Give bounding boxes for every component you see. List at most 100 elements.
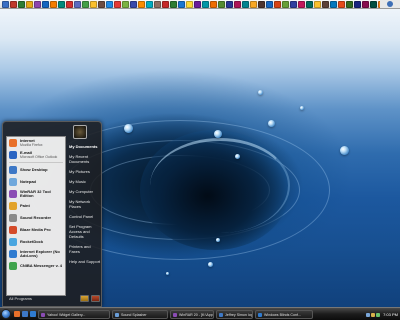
volume-icon[interactable] <box>371 312 376 317</box>
recent-program-label: Sound Recorder <box>20 215 52 220</box>
quick-launch-app-icon[interactable] <box>186 0 193 8</box>
quick-launch-app-icon[interactable] <box>370 0 377 8</box>
recent-program-item[interactable]: CNIBA Messenger v. 4 <box>7 260 65 272</box>
paint-icon <box>9 202 17 210</box>
quick-launch-app-icon[interactable] <box>250 0 257 8</box>
quick-launch-app-icon[interactable] <box>266 0 273 8</box>
firefox-icon[interactable] <box>14 311 20 317</box>
quick-launch-app-icon[interactable] <box>26 0 33 8</box>
taskbar-window-button[interactable]: Jeffrey Simon logo... <box>216 310 253 319</box>
places-item[interactable]: Printers and Faxes <box>67 244 101 254</box>
quick-launch-app-icon[interactable] <box>162 0 169 8</box>
quick-launch-app-icon[interactable] <box>218 0 225 8</box>
quick-launch-app-icon[interactable] <box>154 0 161 8</box>
quick-launch-app-icon[interactable] <box>58 0 65 8</box>
system-tray: 7:03 PM <box>366 309 400 320</box>
quick-launch-app-icon[interactable] <box>306 0 313 8</box>
recent-program-label: Blaze Media Pro <box>20 227 51 232</box>
places-item[interactable]: Set Program Access and Defaults <box>67 224 101 239</box>
quick-launch-app-icon[interactable] <box>90 0 97 8</box>
taskbar-window-button[interactable]: Sound Splasher <box>112 310 168 319</box>
user-picture[interactable] <box>73 125 87 139</box>
show-desktop-icon[interactable] <box>22 311 28 317</box>
quick-launch-app-icon[interactable] <box>258 0 265 8</box>
quick-launch-app-icon[interactable] <box>226 0 233 8</box>
places-item[interactable]: My Recent Documents <box>67 154 101 164</box>
firefox-icon <box>9 139 17 147</box>
turn-off-icon[interactable] <box>91 295 100 302</box>
quick-launch-app-icon[interactable] <box>346 0 353 8</box>
quick-launch-app-icon[interactable] <box>66 0 73 8</box>
quick-launch-app-icon[interactable] <box>106 0 113 8</box>
places-item[interactable]: Help and Support <box>67 259 101 264</box>
places-item[interactable]: My Documents <box>67 144 101 149</box>
quick-launch-app-icon[interactable] <box>362 0 369 8</box>
recent-program-item[interactable]: WinRAR 32 Tool Edition <box>7 188 65 200</box>
quick-launch-app-icon[interactable] <box>74 0 81 8</box>
recent-program-item[interactable]: Internet Explorer (No Add-ons) <box>7 248 65 260</box>
quick-launch-app-icon[interactable] <box>42 0 49 8</box>
quick-launch-app-icon[interactable] <box>274 0 281 8</box>
places-item[interactable]: My Computer <box>67 189 101 194</box>
quick-launch-app-icon[interactable] <box>10 0 17 8</box>
quick-launch-app-icon[interactable] <box>194 0 201 8</box>
clock[interactable]: 7:03 PM <box>383 312 398 317</box>
rocketdock-icon <box>9 238 17 246</box>
pinned-internet[interactable]: Internet Mozilla Firefox <box>7 137 65 149</box>
quick-launch-app-icon[interactable] <box>130 0 137 8</box>
recent-program-item[interactable]: Notepad <box>7 176 65 188</box>
all-programs-button[interactable]: All Programs <box>6 295 66 303</box>
recent-program-item[interactable]: Sound Recorder <box>7 212 65 224</box>
quick-launch-app-icon[interactable] <box>338 0 345 8</box>
quick-launch-app-icon[interactable] <box>34 0 41 8</box>
notepad-icon <box>9 178 17 186</box>
quick-launch-app-icon[interactable] <box>202 0 209 8</box>
places-item[interactable]: My Music <box>67 179 101 184</box>
water-droplet <box>208 262 213 267</box>
quick-launch-app-icon[interactable] <box>282 0 289 8</box>
pinned-email[interactable]: E-mail Microsoft Office Outlook <box>7 149 65 161</box>
recent-program-label: RocketDock <box>20 239 44 244</box>
network-icon[interactable] <box>366 312 371 317</box>
start-button[interactable] <box>1 309 11 319</box>
places-item[interactable]: My Network Places <box>67 199 101 209</box>
quick-launch-app-icon[interactable] <box>170 0 177 8</box>
quick-launch-app-icon[interactable] <box>138 0 145 8</box>
taskbar-window-button[interactable]: WinRAR 20 - [K:\App... <box>170 310 214 319</box>
quick-launch-app-icon[interactable] <box>82 0 89 8</box>
quick-launch-app-icon[interactable] <box>330 0 337 8</box>
toolbar-menu-button[interactable] <box>380 0 400 9</box>
quick-launch-app-icon[interactable] <box>178 0 185 8</box>
places-item[interactable]: My Pictures <box>67 169 101 174</box>
quick-launch-app-icon[interactable] <box>114 0 121 8</box>
recent-program-item[interactable]: Blaze Media Pro <box>7 224 65 236</box>
quick-launch-app-icon[interactable] <box>2 0 9 8</box>
quick-launch-app-icon[interactable] <box>146 0 153 8</box>
quick-launch-app-icon[interactable] <box>242 0 249 8</box>
quick-launch-app-icon[interactable] <box>50 0 57 8</box>
quick-launch-app-icon[interactable] <box>98 0 105 8</box>
quick-launch-app-icon[interactable] <box>322 0 329 8</box>
quick-launch-app-icon[interactable] <box>210 0 217 8</box>
quick-launch-app-icon[interactable] <box>314 0 321 8</box>
quick-launch-app-icon[interactable] <box>290 0 297 8</box>
quick-launch-app-icon[interactable] <box>18 0 25 8</box>
outlook-icon <box>9 151 17 159</box>
ie-icon[interactable] <box>30 311 36 317</box>
ie-icon <box>9 250 17 258</box>
quick-launch-app-icon[interactable] <box>122 0 129 8</box>
recent-program-item[interactable]: Show Desktop <box>7 164 65 176</box>
taskbar-window-button[interactable]: Yahoo! Widget Gallery... <box>38 310 110 319</box>
places-item[interactable]: Control Panel <box>67 214 101 219</box>
recent-program-item[interactable]: Paint <box>7 200 65 212</box>
recent-program-item[interactable]: RocketDock <box>7 236 65 248</box>
taskbar-window-button[interactable]: Windows Blinds Conf... <box>255 310 313 319</box>
quick-launch-app-icon[interactable] <box>298 0 305 8</box>
water-droplet <box>235 154 240 159</box>
quick-launch-app-icon[interactable] <box>354 0 361 8</box>
winrar-icon <box>9 190 17 198</box>
security-icon[interactable] <box>376 312 381 317</box>
water-droplet <box>258 90 263 95</box>
log-off-icon[interactable] <box>80 295 89 302</box>
quick-launch-app-icon[interactable] <box>234 0 241 8</box>
